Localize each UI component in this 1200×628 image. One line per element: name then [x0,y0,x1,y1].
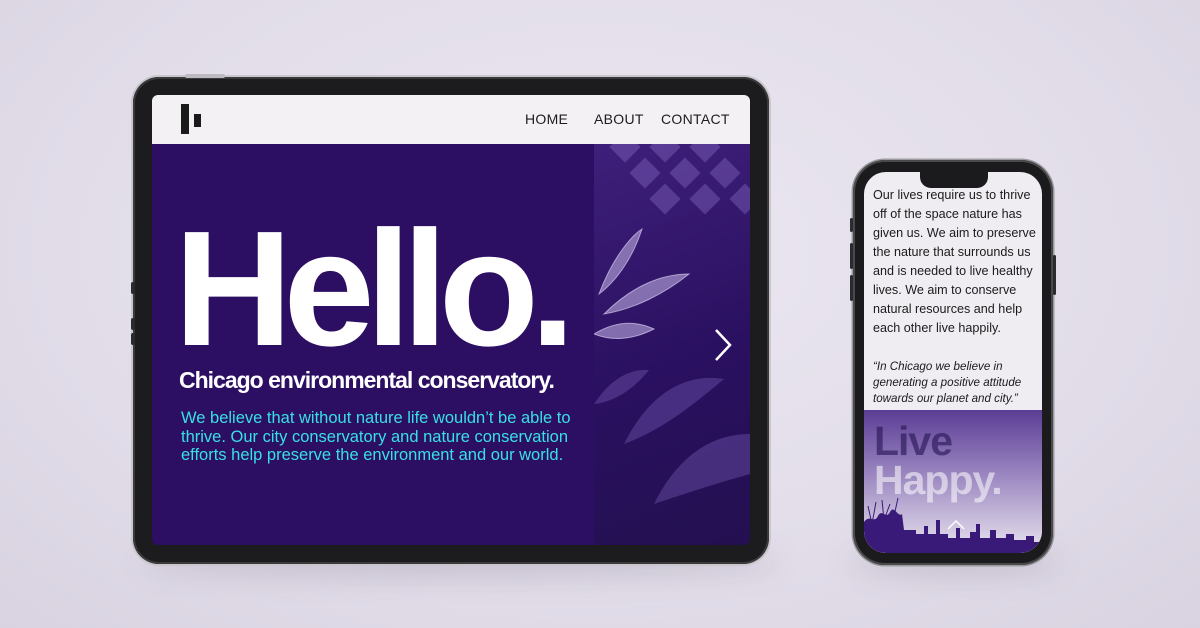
chevron-up-icon[interactable] [946,518,966,530]
tablet-side-button [131,282,135,294]
hero-subtitle: Chicago environmental conservatory. [179,367,555,393]
tablet-top-button [185,74,225,78]
phone-quote: “In Chicago we believe in generating a p… [873,360,1022,405]
tablet-screen: HOME ABOUT CONTACT Hello. Chicago enviro… [152,95,750,545]
hero-title: Hello. [174,197,576,380]
phone-paragraph: Our lives require us to thrive off of th… [873,188,1036,335]
phone-notch [920,172,988,188]
chevron-right-icon[interactable] [712,327,734,363]
logo-mark[interactable] [181,104,205,134]
navbar: HOME ABOUT CONTACT [152,95,750,144]
phone-side-button [850,243,853,269]
tablet-side-button [131,318,135,330]
nav-link-about[interactable]: ABOUT [594,111,644,127]
live-happy-section: Live Happy. [864,410,1042,553]
phone-screen: Our lives require us to thrive off of th… [864,172,1042,553]
nav-link-home[interactable]: HOME [525,111,568,127]
phone-side-button [1053,255,1056,295]
phone-side-button [850,275,853,301]
phone-side-button [850,218,853,232]
hero-body-text: We believe that without nature life woul… [181,409,571,464]
tablet-side-button [131,333,135,345]
live-heading-line1: Live [874,418,953,464]
nav-link-contact[interactable]: CONTACT [661,111,730,127]
